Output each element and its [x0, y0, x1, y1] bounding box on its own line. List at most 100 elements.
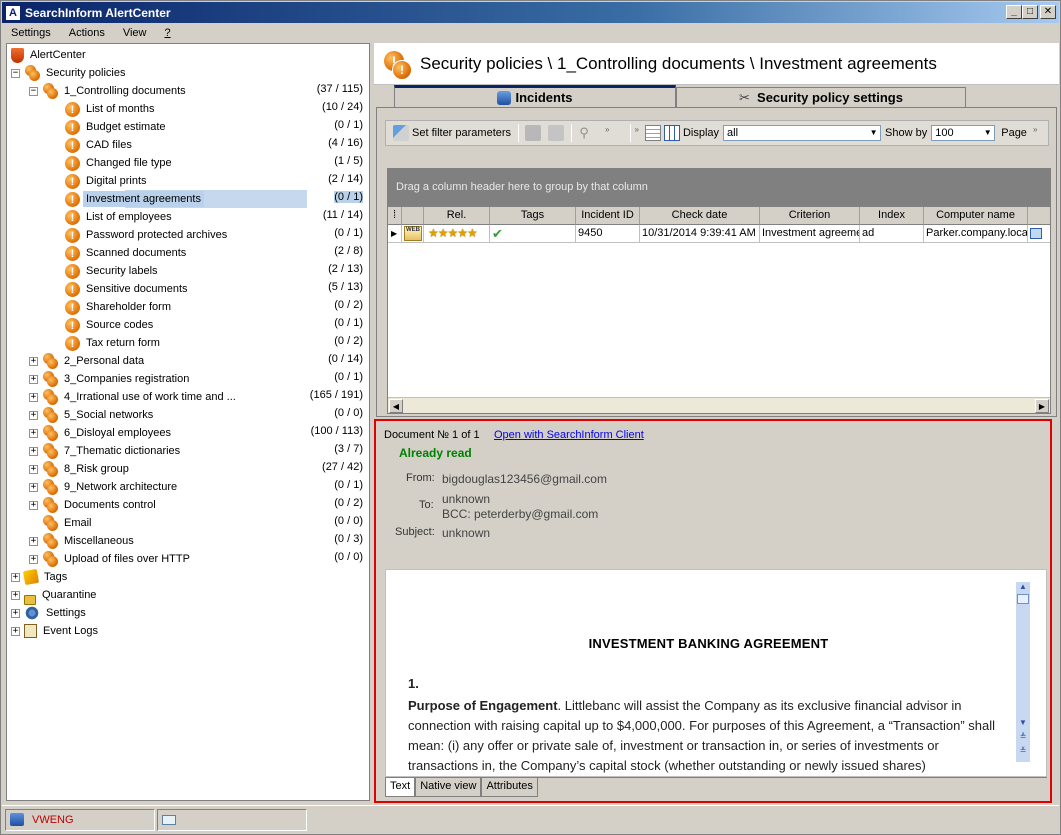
tree-item-policy-group[interactable]: +2_Personal data (0 / 14) [29, 352, 369, 370]
overflow-chevron-icon[interactable]: » [635, 125, 639, 134]
tree-item-policy[interactable]: ! Shareholder form (0 / 2) [65, 298, 369, 316]
tree-item-security-policies[interactable]: − Security policies [11, 64, 369, 82]
maximize-button[interactable]: □ [1022, 5, 1038, 19]
scroll-thumb[interactable] [1017, 594, 1029, 604]
document-vertical-scrollbar[interactable]: ▲ ▼ ≜ ≚ [1016, 582, 1030, 762]
expand-icon[interactable]: + [29, 536, 38, 546]
tree-item-policy-group[interactable]: +9_Network architecture (0 / 1) [29, 478, 369, 496]
page-down-icon[interactable]: ≚ [1016, 746, 1030, 755]
expand-icon[interactable]: + [29, 410, 38, 420]
pin-icon[interactable]: ⚲ [576, 125, 592, 141]
expand-icon[interactable]: + [11, 572, 20, 582]
open-with-client-link[interactable]: Open with SearchInform Client [494, 429, 644, 441]
column-header-check-date[interactable]: Check date [640, 207, 760, 225]
tree-item-policy-group[interactable]: Email (0 / 0) [29, 514, 369, 532]
tree-item-policy[interactable]: ! Scanned documents (2 / 8) [65, 244, 369, 262]
menu-actions[interactable]: Actions [60, 27, 114, 39]
expand-icon[interactable]: + [29, 446, 38, 456]
tree-item-policy[interactable]: ! Budget estimate (0 / 1) [65, 118, 369, 136]
menu-settings[interactable]: Settings [2, 27, 60, 39]
tree-item-policy[interactable]: ! Investment agreements (0 / 1) [65, 190, 369, 208]
tree-item-tags[interactable]: + Tags [11, 568, 369, 586]
column-header-computer-name[interactable]: Computer name [924, 207, 1028, 225]
page-up-icon[interactable]: ≜ [1016, 732, 1030, 741]
row-selector-header[interactable]: ⁞ [388, 207, 402, 225]
tree-item-policy-group[interactable]: +3_Companies registration (0 / 1) [29, 370, 369, 388]
tree-item-policy[interactable]: ! List of employees (11 / 14) [65, 208, 369, 226]
expand-icon[interactable]: + [11, 626, 20, 636]
expand-icon[interactable]: + [29, 554, 38, 564]
column-header-tags[interactable]: Tags [490, 207, 576, 225]
tree-item-policy-group[interactable]: +4_Irrational use of work time and ... (1… [29, 388, 369, 406]
tree-item-event-logs[interactable]: + Event Logs [11, 622, 369, 640]
type-column-header[interactable] [402, 207, 424, 225]
tree-item-policy-group[interactable]: + Documents control (0 / 2) [29, 496, 369, 514]
tree-item-policy-group[interactable]: + Upload of files over HTTP (0 / 0) [29, 550, 369, 568]
tree-item-policy-group[interactable]: +6_Disloyal employees (100 / 113) [29, 424, 369, 442]
columns-icon[interactable] [644, 125, 661, 141]
expand-icon[interactable]: + [11, 590, 20, 600]
tab-attributes[interactable]: Attributes [481, 778, 538, 797]
grid-icon[interactable] [663, 125, 680, 141]
column-header-criterion[interactable]: Criterion [760, 207, 860, 225]
showby-select[interactable]: 100 ▼ [931, 125, 996, 141]
close-button[interactable]: ✕ [1040, 5, 1056, 19]
expand-icon[interactable]: + [29, 464, 38, 474]
expand-icon[interactable]: + [29, 482, 38, 492]
collapse-icon[interactable]: − [29, 86, 38, 96]
tab-text[interactable]: Text [385, 778, 416, 797]
column-header-rel[interactable]: Rel. [424, 207, 490, 225]
scroll-left-icon[interactable]: ◀ [389, 399, 403, 413]
collapse-icon[interactable]: − [11, 68, 20, 78]
set-filter-button[interactable]: Set filter parameters [390, 123, 514, 143]
tree-item-policy-group[interactable]: +5_Social networks (0 / 0) [29, 406, 369, 424]
expand-icon[interactable]: + [29, 428, 38, 438]
group-by-area[interactable]: Drag a column header here to group by th… [388, 169, 1050, 207]
tree-item-policy-group[interactable]: +8_Risk group (27 / 42) [29, 460, 369, 478]
expand-icon[interactable]: + [29, 374, 38, 384]
menu-view[interactable]: View [114, 27, 156, 39]
scroll-up-icon[interactable]: ▲ [1016, 582, 1030, 591]
tree-item-policy[interactable]: ! CAD files (4 / 16) [65, 136, 369, 154]
column-header-index[interactable]: Index [860, 207, 924, 225]
tab-security-policy-settings[interactable]: ✂ Security policy settings [676, 87, 966, 107]
tab-native-view[interactable]: Native view [415, 778, 482, 797]
expand-icon[interactable]: + [29, 356, 38, 366]
table-row[interactable]: ▶ WEB ★★★★★ ✔ 9450 10/31/2014 9:39:41 AM… [388, 225, 1050, 243]
tree-item-policy[interactable]: ! List of months (10 / 24) [65, 100, 369, 118]
tree-item-policy-group[interactable]: +7_Thematic dictionaries (3 / 7) [29, 442, 369, 460]
column-header-incident-id[interactable]: Incident ID [576, 207, 640, 225]
minimize-button[interactable]: _ [1006, 5, 1022, 19]
overflow-chevron-icon[interactable]: » [1033, 125, 1037, 134]
tree-item-controlling-documents[interactable]: − 1_Controlling documents (37 / 115) [29, 82, 369, 100]
tree-item-policy[interactable]: ! Changed file type (1 / 5) [65, 154, 369, 172]
menu-help[interactable]: ? [155, 27, 179, 39]
tag-check-icon: ✔ [490, 225, 576, 243]
tree-item-policy[interactable]: ! Security labels (2 / 13) [65, 262, 369, 280]
expand-icon[interactable]: + [29, 500, 38, 510]
tree-item-quarantine[interactable]: + Quarantine [11, 586, 369, 605]
save-icon[interactable] [548, 125, 565, 141]
scroll-down-icon[interactable]: ▼ [1016, 718, 1030, 727]
tree-item-policy[interactable]: ! Tax return form (0 / 2) [65, 334, 369, 352]
tree-root[interactable]: AlertCenter [11, 46, 369, 64]
tab-incidents[interactable]: Incidents [394, 85, 676, 107]
scroll-right-icon[interactable]: ▶ [1035, 399, 1049, 413]
tree-item-label: 7_Thematic dictionaries [64, 445, 181, 457]
navigation-tree[interactable]: AlertCenter − Security policies − 1_Cont… [6, 43, 370, 801]
tree-item-policy[interactable]: ! Password protected archives (0 / 1) [65, 226, 369, 244]
viewer-tab-bar: Text Native view Attributes [385, 777, 1047, 797]
tree-item-policy[interactable]: ! Sensitive documents (5 / 13) [65, 280, 369, 298]
overflow-chevron-icon[interactable]: » [605, 125, 609, 134]
cell-incident-id: 9450 [576, 225, 640, 243]
tree-item-policy[interactable]: ! Digital prints (2 / 14) [65, 172, 369, 190]
tree-item-policy-group[interactable]: + Miscellaneous (0 / 3) [29, 532, 369, 550]
tab-settings-label: Security policy settings [757, 90, 903, 105]
export-icon[interactable] [525, 125, 542, 141]
expand-icon[interactable]: + [11, 608, 20, 618]
tree-item-policy[interactable]: ! Source codes (0 / 1) [65, 316, 369, 334]
display-select[interactable]: all ▼ [723, 125, 882, 141]
tree-item-settings[interactable]: + Settings [11, 604, 369, 622]
expand-icon[interactable]: + [29, 392, 38, 402]
grid-horizontal-scrollbar[interactable]: ◀ ▶ [388, 397, 1050, 413]
